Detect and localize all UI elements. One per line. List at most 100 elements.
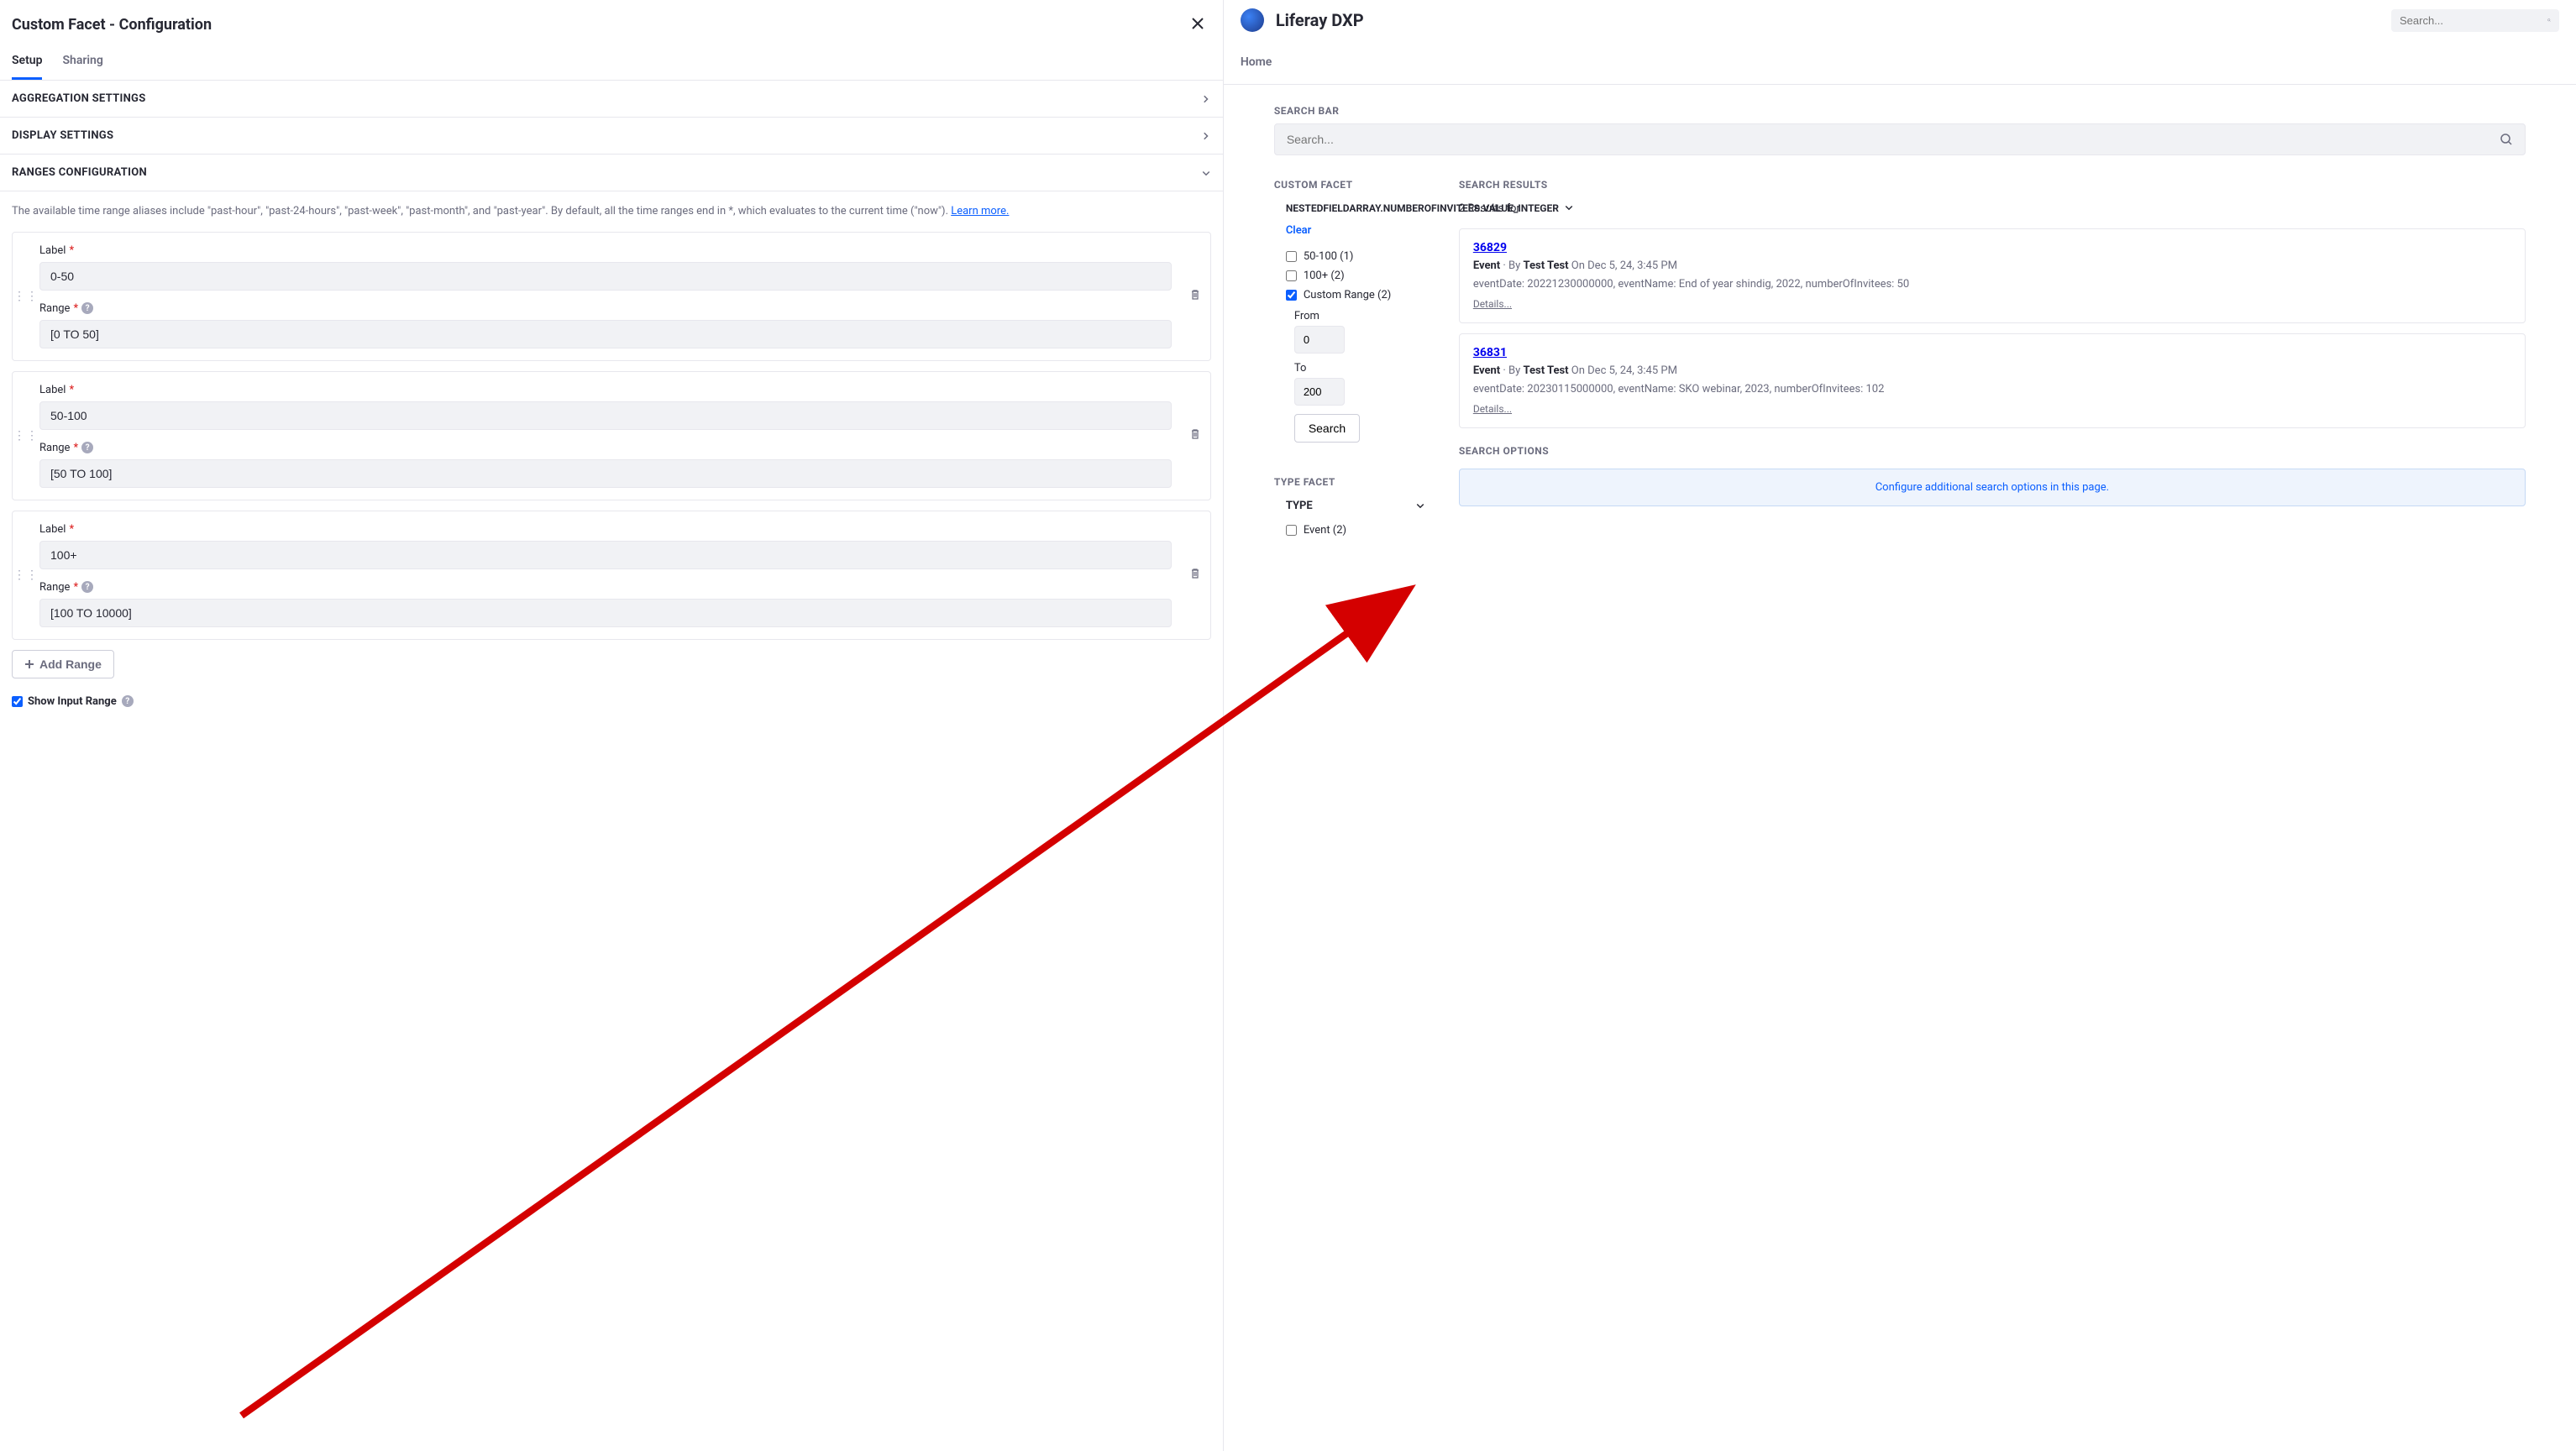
search-options-section: SEARCH OPTIONS Configure additional sear… (1459, 445, 2526, 506)
result-id-link[interactable]: 36829 (1473, 241, 1507, 254)
delete-range-button[interactable] (1186, 425, 1204, 446)
facet-checkbox[interactable] (1286, 290, 1297, 301)
range-fields: Label * Range * ? (39, 372, 1180, 500)
facet-item-label: Custom Range (2) (1304, 289, 1391, 301)
result-type: Event (1473, 364, 1500, 377)
section-display[interactable]: DISPLAY SETTINGS (0, 118, 1223, 155)
result-meta: Event · By Test Test On Dec 5, 24, 3:45 … (1473, 259, 2511, 272)
add-range-label: Add Range (39, 657, 102, 671)
help-text-content: The available time range aliases include… (12, 205, 951, 217)
range-label-text: Range (39, 581, 70, 594)
required-marker: * (69, 384, 74, 396)
ranges-body: The available time range aliases include… (0, 191, 1223, 725)
result-type: Event (1473, 259, 1500, 272)
from-input[interactable] (1294, 326, 1345, 354)
range-value-input[interactable] (39, 320, 1172, 348)
label-label: Label (39, 244, 66, 257)
facet-item-label: 100+ (2) (1304, 270, 1345, 282)
drag-handle[interactable]: ⋮⋮ (13, 233, 39, 360)
result-description: eventDate: 20221230000000, eventName: En… (1473, 277, 2511, 292)
drag-icon: ⋮⋮ (13, 433, 39, 438)
drag-handle[interactable]: ⋮⋮ (13, 511, 39, 639)
type-facet-item-label: Event (2) (1304, 524, 1346, 537)
clear-facet-link[interactable]: Clear (1274, 224, 1425, 237)
range-card: ⋮⋮ Label * Range * ? (12, 511, 1211, 640)
result-card: 36829 Event · By Test Test On Dec 5, 24,… (1459, 228, 2526, 323)
tab-sharing[interactable]: Sharing (62, 45, 102, 80)
drag-icon: ⋮⋮ (13, 573, 39, 578)
help-icon[interactable]: ? (81, 302, 93, 314)
trash-icon (1189, 289, 1201, 301)
facet-search-button[interactable]: Search (1294, 414, 1360, 443)
result-by: By (1508, 259, 1520, 272)
type-facet-item[interactable]: Event (2) (1274, 521, 1425, 540)
range-label-input[interactable] (39, 401, 1172, 430)
range-label-input[interactable] (39, 541, 1172, 569)
nav-home[interactable]: Home (1241, 55, 1272, 69)
type-header-label: TYPE (1286, 500, 1313, 512)
facet-checkbox[interactable] (1286, 251, 1297, 262)
facet-field-header[interactable]: NESTEDFIELDARRAY.NUMBEROFINVITEES.VALUE_… (1274, 202, 1425, 216)
result-details-link[interactable]: Details... (1473, 298, 1512, 310)
search-options-title: SEARCH OPTIONS (1459, 445, 2526, 457)
config-panel: Custom Facet - Configuration Setup Shari… (0, 0, 1224, 1451)
required-marker: * (73, 581, 78, 594)
range-card: ⋮⋮ Label * Range * ? (12, 232, 1211, 361)
main-search-box[interactable] (1274, 123, 2526, 155)
app-panel: Liferay DXP Home SEARCH BAR CUSTOM FACET (1224, 0, 2576, 1451)
range-value-input[interactable] (39, 459, 1172, 488)
chevron-right-icon (1201, 94, 1211, 104)
delete-range-button[interactable] (1186, 285, 1204, 306)
help-icon[interactable]: ? (81, 581, 93, 593)
delete-range-button[interactable] (1186, 564, 1204, 585)
section-aggregation-label: AGGREGATION SETTINGS (12, 92, 146, 105)
range-label-input[interactable] (39, 262, 1172, 291)
search-icon (2547, 14, 2551, 26)
results-column: SEARCH RESULTS 2 Results for 36829 Event… (1459, 179, 2526, 540)
range-value-input[interactable] (39, 599, 1172, 627)
type-facet-header[interactable]: TYPE (1274, 500, 1425, 512)
search-icon (2500, 133, 2513, 146)
main-search-input[interactable] (1287, 133, 2500, 146)
config-title: Custom Facet - Configuration (12, 16, 212, 34)
learn-more-link[interactable]: Learn more. (951, 205, 1009, 217)
help-icon[interactable]: ? (122, 695, 134, 707)
close-button[interactable] (1184, 10, 1211, 39)
facet-item-custom-range[interactable]: Custom Range (2) (1274, 285, 1425, 305)
facet-item[interactable]: 50-100 (1) (1274, 247, 1425, 266)
top-search-input[interactable] (2400, 14, 2547, 27)
show-input-range-label: Show Input Range (28, 695, 117, 708)
result-details-link[interactable]: Details... (1473, 403, 1512, 415)
content-area: SEARCH BAR CUSTOM FACET NESTEDFIELDARRAY… (1224, 85, 2576, 560)
drag-handle[interactable]: ⋮⋮ (13, 372, 39, 500)
result-date: On Dec 5, 24, 3:45 PM (1571, 364, 1677, 377)
custom-range-inputs: From To Search (1274, 310, 1425, 443)
trash-icon (1189, 568, 1201, 579)
config-header: Custom Facet - Configuration (0, 0, 1223, 45)
show-input-range-checkbox[interactable] (12, 696, 23, 707)
section-ranges[interactable]: RANGES CONFIGURATION (0, 155, 1223, 191)
facets-column: CUSTOM FACET NESTEDFIELDARRAY.NUMBEROFIN… (1274, 179, 1425, 540)
required-marker: * (69, 523, 74, 536)
result-id-link[interactable]: 36831 (1473, 346, 1507, 359)
result-card: 36831 Event · By Test Test On Dec 5, 24,… (1459, 333, 2526, 428)
range-label-text: Range (39, 442, 70, 454)
search-options-link[interactable]: Configure additional search options in t… (1459, 469, 2526, 506)
required-marker: * (69, 244, 74, 257)
top-search-box[interactable] (2391, 9, 2559, 32)
section-aggregation[interactable]: AGGREGATION SETTINGS (0, 81, 1223, 118)
from-label: From (1294, 310, 1425, 322)
result-author: Test Test (1524, 259, 1569, 272)
facet-checkbox[interactable] (1286, 270, 1297, 281)
help-icon[interactable]: ? (81, 442, 93, 453)
to-input[interactable] (1294, 378, 1345, 406)
search-bar-label: SEARCH BAR (1274, 105, 2526, 117)
range-label-text: Range (39, 302, 70, 315)
sub-nav: Home (1224, 40, 2576, 85)
tab-setup[interactable]: Setup (12, 45, 42, 80)
add-range-button[interactable]: Add Range (12, 650, 114, 678)
type-facet-checkbox[interactable] (1286, 525, 1297, 536)
chevron-down-icon (1415, 500, 1425, 511)
range-fields: Label * Range * ? (39, 233, 1180, 360)
facet-item[interactable]: 100+ (2) (1274, 266, 1425, 285)
